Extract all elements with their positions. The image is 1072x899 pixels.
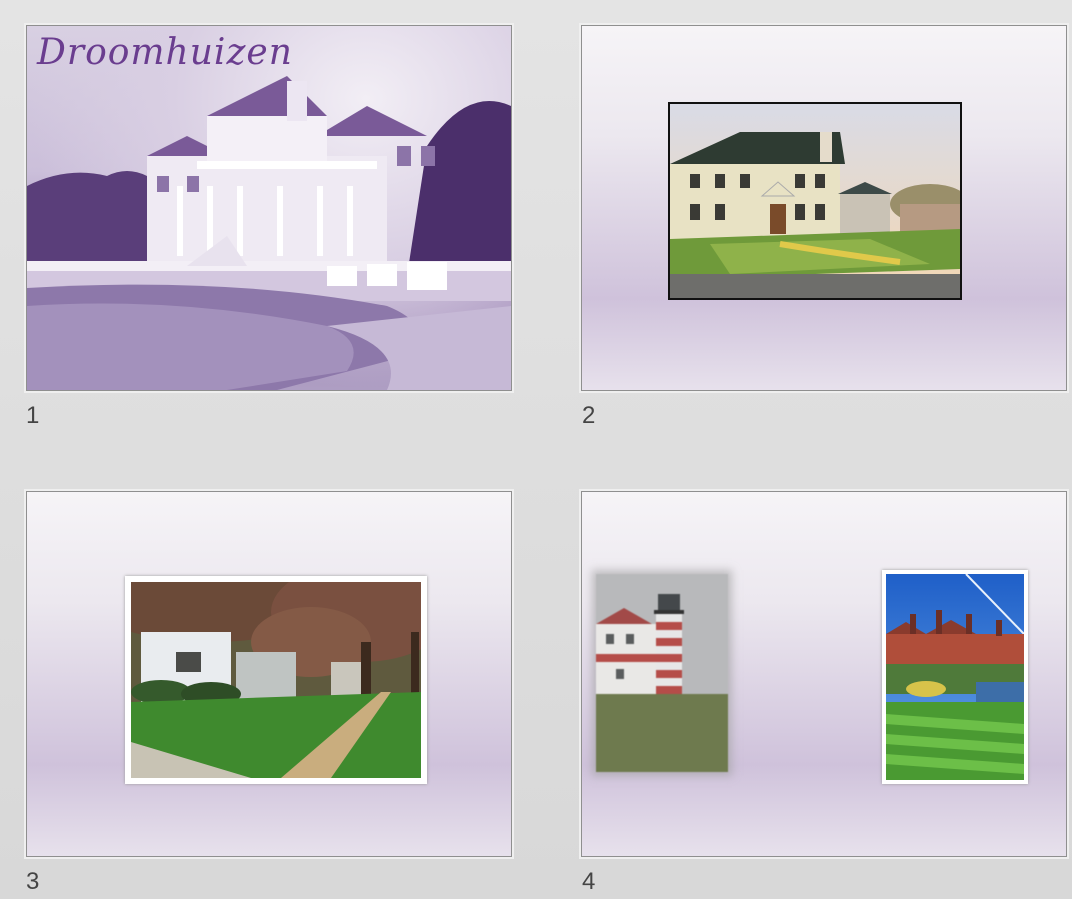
- slide-number-1: 1: [26, 402, 40, 429]
- colonial-house-image: [668, 102, 962, 300]
- slide-number-3: 3: [26, 868, 40, 895]
- slide-number-4: 4: [582, 868, 596, 895]
- slide-sorter-view: Droomhuizen 1 2 3 4: [0, 0, 1072, 899]
- slide-thumbnail-4[interactable]: [581, 491, 1067, 857]
- slide-thumbnail-3[interactable]: [26, 491, 512, 857]
- tree-lined-house-image: [125, 576, 427, 784]
- estate-lawn-image: [882, 570, 1028, 784]
- slide-1-title: Droomhuizen: [37, 32, 293, 73]
- house-pool-image: [27, 76, 511, 390]
- lighthouse-image: [596, 574, 728, 772]
- slide-number-2: 2: [582, 402, 596, 429]
- slide-thumbnail-1[interactable]: Droomhuizen: [26, 25, 512, 391]
- slide-thumbnail-2[interactable]: [581, 25, 1067, 391]
